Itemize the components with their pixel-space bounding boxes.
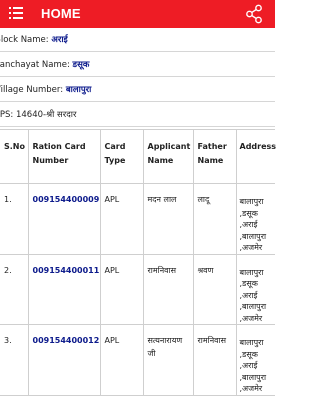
- app-bar: HOME: [0, 0, 275, 28]
- card-type-cell: APL: [99, 183, 144, 255]
- sno-cell: 1.: [0, 183, 29, 255]
- address-cell: बालापुरा ,डसूक ,अराई ,बालापुरा ,अजमेर: [235, 183, 275, 255]
- sno-cell: 2.: [0, 253, 29, 325]
- share-icon[interactable]: [244, 4, 264, 24]
- address-line: ,डसूक: [239, 279, 258, 288]
- table-row[interactable]: 3. 009154400012 APL सत्यनारायण जी रामनिव…: [0, 324, 275, 396]
- block-name-label: Block Name:: [0, 35, 52, 45]
- panchayat-name-row: Panchayat Name: डसूक: [0, 53, 275, 77]
- panchayat-name-value: डसूक: [72, 60, 90, 70]
- header-applicant-name: Applicant Name: [142, 129, 194, 184]
- address-line: बालापुरा: [239, 267, 264, 277]
- block-name-row: Block Name: अराई: [0, 28, 275, 52]
- village-number-value: बालापुरा: [65, 85, 92, 95]
- address-line: ,डसूक: [239, 349, 258, 359]
- ration-card-number-cell[interactable]: 009154400009: [27, 183, 101, 255]
- address-line: बालापुरा: [239, 197, 264, 206]
- fps-row: FPS: 14640-श्री सरदार: [0, 103, 275, 127]
- address-cell: बालापुरा ,डसूक ,अराई ,बालापुरा ,अजमेर: [235, 253, 275, 325]
- address-line: ,बालापुरा: [239, 372, 267, 382]
- block-name-value: अराई: [51, 35, 68, 45]
- ration-card-number-cell[interactable]: 009154400012: [27, 324, 101, 396]
- address-line: ,बालापुरा: [239, 302, 267, 311]
- sno-cell: 3.: [0, 324, 29, 396]
- panchayat-name-label: Panchayat Name:: [0, 60, 73, 70]
- address-line: बालापुरा: [239, 338, 264, 347]
- ration-card-number-cell[interactable]: 009154400011: [27, 253, 101, 325]
- card-type-cell: APL: [99, 324, 144, 396]
- address-line: ,अराई: [239, 290, 258, 300]
- menu-icon[interactable]: [9, 7, 23, 20]
- address-line: ,डसूक: [239, 208, 258, 218]
- header-card-type: Card Type: [99, 129, 144, 184]
- father-name-cell: लादू: [192, 183, 237, 255]
- address-line: ,बालापुरा: [239, 231, 267, 241]
- table-row[interactable]: 1. 009154400009 APL मदन लाल लादू बालापुर…: [0, 183, 275, 255]
- father-name-cell: रामनिवास: [192, 324, 237, 396]
- header-father-name: Father Name: [192, 129, 237, 184]
- applicant-name-cell: सत्यनारायण जी: [142, 324, 194, 396]
- address-cell: बालापुरा ,डसूक ,अराई ,बालापुरा ,अजमेर: [235, 324, 275, 396]
- header-sno: S.No: [0, 129, 29, 184]
- applicant-name-cell: मदन लाल: [142, 183, 194, 255]
- address-line: ,अराई: [239, 361, 258, 370]
- address-line: ,अजमेर: [239, 384, 263, 393]
- fps-label: FPS:: [0, 110, 14, 120]
- address-line: ,अजमेर: [239, 313, 263, 323]
- fps-value: 14640-श्री सरदार: [15, 110, 77, 120]
- header-ration-card-number: Ration Card Number: [27, 129, 101, 184]
- address-line: ,अजमेर: [239, 243, 263, 252]
- ration-card-table: S.No Ration Card Number Card Type Applic…: [0, 129, 276, 396]
- village-number-label: Village Number:: [0, 85, 66, 95]
- app-title: HOME: [41, 6, 81, 21]
- address-line: ,अराई: [239, 220, 258, 229]
- table-header-row: S.No Ration Card Number Card Type Applic…: [0, 129, 276, 184]
- village-number-row: Village Number: बालापुरा: [0, 78, 275, 102]
- card-type-cell: APL: [99, 253, 144, 325]
- table-row[interactable]: 2. 009154400011 APL रामनिवास श्रवण बालाप…: [0, 253, 275, 325]
- header-address: Address: [235, 129, 276, 184]
- father-name-cell: श्रवण: [192, 253, 237, 325]
- applicant-name-cell: रामनिवास: [142, 253, 194, 325]
